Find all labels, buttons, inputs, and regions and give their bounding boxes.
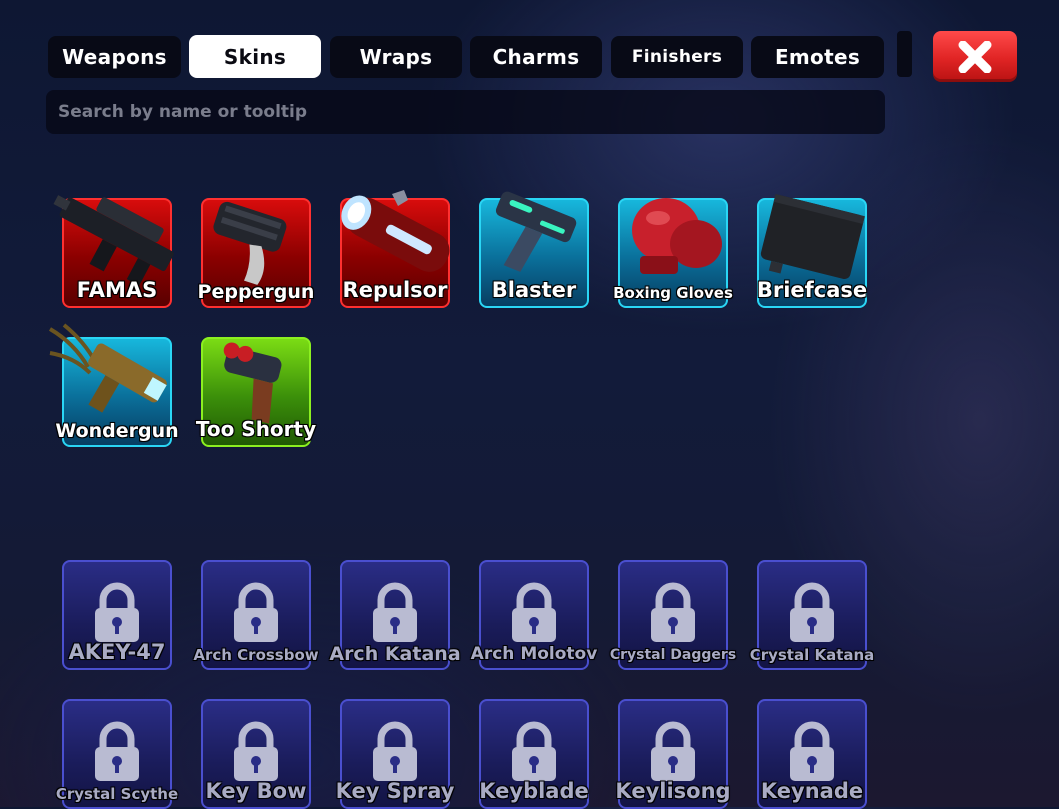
tab-charms[interactable]: Charms (470, 36, 602, 78)
skin-name: Keylisong (615, 779, 731, 803)
skin-name: Too Shorty (195, 417, 317, 441)
skin-card-famas[interactable]: FAMAS (53, 195, 174, 308)
lock-icon (651, 721, 695, 781)
lock-icon (373, 582, 417, 642)
locked-skin-card[interactable]: Keyblade (479, 699, 589, 809)
skin-name: Repulsor (342, 278, 448, 302)
tab-weapons[interactable]: Weapons (48, 36, 181, 78)
tab-wraps[interactable]: Wraps (330, 36, 462, 78)
skin-name: FAMAS (76, 278, 158, 302)
lock-icon (95, 582, 139, 642)
skin-name: Wondergun (55, 420, 179, 442)
skin-name: Blaster (491, 278, 577, 302)
skin-name: Keyblade (479, 779, 589, 803)
skin-name: Boxing Gloves (613, 284, 733, 302)
locked-skin-card[interactable]: Keynade (757, 699, 867, 809)
locked-skin-card[interactable]: Key Spray (336, 699, 454, 809)
locked-skin-card[interactable]: Arch Crossbow (193, 560, 319, 670)
lock-icon (790, 721, 834, 781)
search-input[interactable] (46, 90, 885, 134)
skin-name: AKEY-47 (68, 640, 166, 664)
boxing-gloves-icon (632, 198, 722, 274)
skin-name: Arch Molotov (470, 644, 598, 664)
locked-skin-card[interactable]: Key Bow (201, 699, 311, 809)
skin-name: Crystal Scythe (55, 785, 179, 803)
skin-name: Key Bow (205, 779, 307, 803)
skin-name: Peppergun (197, 281, 315, 303)
close-button[interactable] (933, 31, 1017, 82)
skin-name: Arch Crossbow (193, 646, 319, 664)
locked-skin-card[interactable]: AKEY-47 (62, 560, 172, 670)
locked-skin-card[interactable]: Keylisong (615, 699, 731, 809)
tab-emotes[interactable]: Emotes (751, 36, 884, 78)
skin-name: Key Spray (335, 779, 455, 803)
skin-name: Crystal Katana (749, 646, 875, 664)
tabs-scroll-indicator[interactable] (897, 31, 912, 77)
locked-skin-card[interactable]: Arch Katana (329, 560, 461, 670)
skin-card-wondergun[interactable]: Wondergun (48, 323, 179, 447)
locked-skin-card[interactable]: Arch Molotov (471, 560, 597, 670)
skin-name: Arch Katana (329, 643, 461, 665)
locked-skin-card[interactable]: Crystal Daggers (610, 560, 736, 670)
tab-finishers[interactable]: Finishers (611, 36, 743, 78)
skin-card-briefcase[interactable]: Briefcase (756, 194, 868, 308)
skin-card-boxing-gloves[interactable]: Boxing Gloves (613, 198, 733, 308)
lock-icon (234, 582, 278, 642)
lock-icon (234, 721, 278, 781)
tab-skins[interactable]: Skins (189, 35, 321, 78)
skin-card-peppergun[interactable]: Peppergun (198, 198, 314, 308)
skin-name: Crystal Daggers (609, 647, 737, 663)
lock-icon (373, 721, 417, 781)
peppergun-icon (213, 201, 287, 285)
lock-icon (790, 582, 834, 642)
skin-card-repulsor[interactable]: Repulsor (340, 190, 450, 308)
lock-icon (512, 721, 556, 781)
skin-card-blaster[interactable]: Blaster (479, 191, 589, 308)
locked-skin-card[interactable]: Crystal Scythe (56, 699, 178, 809)
lock-icon (651, 582, 695, 642)
close-x-icon (958, 40, 992, 73)
skin-name: Briefcase (756, 278, 868, 302)
lock-icon (512, 582, 556, 642)
wondergun-icon (48, 323, 167, 413)
skin-name: Keynade (760, 779, 864, 803)
locked-skin-card[interactable]: Crystal Katana (750, 560, 874, 670)
skin-card-too-shorty[interactable]: Too Shorty (196, 337, 316, 447)
lock-icon (95, 721, 139, 781)
